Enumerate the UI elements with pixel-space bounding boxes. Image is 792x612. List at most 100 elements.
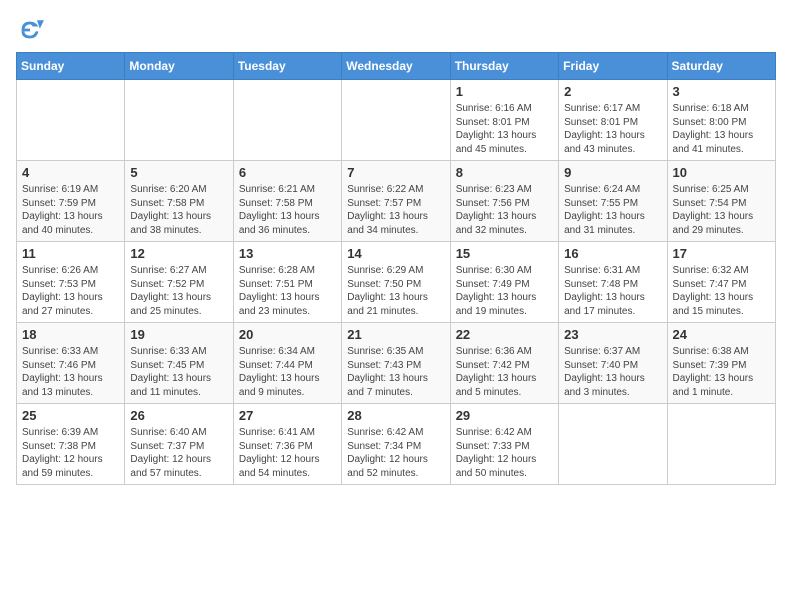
calendar-cell: 9Sunrise: 6:24 AM Sunset: 7:55 PM Daylig… [559, 161, 667, 242]
calendar-cell: 13Sunrise: 6:28 AM Sunset: 7:51 PM Dayli… [233, 242, 341, 323]
calendar-cell: 11Sunrise: 6:26 AM Sunset: 7:53 PM Dayli… [17, 242, 125, 323]
week-row-2: 4Sunrise: 6:19 AM Sunset: 7:59 PM Daylig… [17, 161, 776, 242]
calendar-cell: 7 Sunrise: 6:22 AM Sunset: 7:57 PM Daylig… [342, 161, 450, 242]
day-info: Sunrise: 6:20 AM Sunset: 7:58 PM Dayligh… [130, 183, 227, 237]
calendar-header: SundayMondayTuesdayWednesdayThursdayFrid… [17, 53, 776, 80]
calendar-cell: 17 Sunrise: 6:32 AM Sunset: 7:47 PM Dayli… [667, 242, 775, 323]
day-number: 20 [239, 327, 336, 342]
day-number: 16 [564, 246, 661, 261]
column-header-saturday: Saturday [667, 53, 775, 80]
cell-content: 19Sunrise: 6:33 AM Sunset: 7:45 PM Dayli… [130, 327, 227, 399]
day-info: Sunrise: 6:26 AM Sunset: 7:53 PM Dayligh… [22, 264, 119, 318]
day-info: Sunrise: 6:27 AM Sunset: 7:52 PM Dayligh… [130, 264, 227, 318]
day-info: Sunrise: 6:37 AM Sunset: 7:40 PM Dayligh… [564, 345, 661, 399]
day-info: Sunrise: 6:36 AM Sunset: 7:42 PM Dayligh… [456, 345, 553, 399]
day-info: Sunrise: 6:34 AM Sunset: 7:44 PM Dayligh… [239, 345, 336, 399]
day-info: Sunrise: 6:25 AM Sunset: 7:54 PM Dayligh… [673, 183, 770, 237]
day-info: Sunrise: 6:42 AM Sunset: 7:33 PM Dayligh… [456, 426, 553, 480]
cell-content: 3Sunrise: 6:18 AM Sunset: 8:00 PM Daylig… [673, 84, 770, 156]
calendar-cell [667, 404, 775, 485]
calendar-cell: 15Sunrise: 6:30 AM Sunset: 7:49 PM Dayli… [450, 242, 558, 323]
calendar-cell: 1Sunrise: 6:16 AM Sunset: 8:01 PM Daylig… [450, 80, 558, 161]
cell-content: 13Sunrise: 6:28 AM Sunset: 7:51 PM Dayli… [239, 246, 336, 318]
day-number: 28 [347, 408, 444, 423]
calendar-cell [125, 80, 233, 161]
calendar-body: 1Sunrise: 6:16 AM Sunset: 8:01 PM Daylig… [17, 80, 776, 485]
calendar-cell: 27Sunrise: 6:41 AM Sunset: 7:36 PM Dayli… [233, 404, 341, 485]
column-header-thursday: Thursday [450, 53, 558, 80]
calendar-cell [559, 404, 667, 485]
column-header-monday: Monday [125, 53, 233, 80]
cell-content: 29Sunrise: 6:42 AM Sunset: 7:33 PM Dayli… [456, 408, 553, 480]
cell-content: 5 Sunrise: 6:20 AM Sunset: 7:58 PM Daylig… [130, 165, 227, 237]
cell-content: 20 Sunrise: 6:34 AM Sunset: 7:44 PM Dayli… [239, 327, 336, 399]
cell-content: 25 Sunrise: 6:39 AM Sunset: 7:38 PM Dayli… [22, 408, 119, 480]
cell-content: 16 Sunrise: 6:31 AM Sunset: 7:48 PM Dayli… [564, 246, 661, 318]
cell-content: 15Sunrise: 6:30 AM Sunset: 7:49 PM Dayli… [456, 246, 553, 318]
calendar-cell: 2Sunrise: 6:17 AM Sunset: 8:01 PM Daylig… [559, 80, 667, 161]
day-info: Sunrise: 6:17 AM Sunset: 8:01 PM Dayligh… [564, 102, 661, 156]
day-info: Sunrise: 6:39 AM Sunset: 7:38 PM Dayligh… [22, 426, 119, 480]
day-info: Sunrise: 6:28 AM Sunset: 7:51 PM Dayligh… [239, 264, 336, 318]
logo-icon [16, 16, 44, 44]
day-info: Sunrise: 6:41 AM Sunset: 7:36 PM Dayligh… [239, 426, 336, 480]
day-number: 22 [456, 327, 553, 342]
day-info: Sunrise: 6:32 AM Sunset: 7:47 PM Dayligh… [673, 264, 770, 318]
day-info: Sunrise: 6:24 AM Sunset: 7:55 PM Dayligh… [564, 183, 661, 237]
logo [16, 16, 48, 44]
week-row-5: 25 Sunrise: 6:39 AM Sunset: 7:38 PM Dayli… [17, 404, 776, 485]
calendar-cell: 12Sunrise: 6:27 AM Sunset: 7:52 PM Dayli… [125, 242, 233, 323]
day-info: Sunrise: 6:22 AM Sunset: 7:57 PM Dayligh… [347, 183, 444, 237]
day-info: Sunrise: 6:40 AM Sunset: 7:37 PM Dayligh… [130, 426, 227, 480]
calendar-table: SundayMondayTuesdayWednesdayThursdayFrid… [16, 52, 776, 485]
cell-content: 22 Sunrise: 6:36 AM Sunset: 7:42 PM Dayli… [456, 327, 553, 399]
calendar-cell: 16 Sunrise: 6:31 AM Sunset: 7:48 PM Dayli… [559, 242, 667, 323]
day-number: 19 [130, 327, 227, 342]
calendar-cell: 24Sunrise: 6:38 AM Sunset: 7:39 PM Dayli… [667, 323, 775, 404]
day-info: Sunrise: 6:35 AM Sunset: 7:43 PM Dayligh… [347, 345, 444, 399]
cell-content: 21 Sunrise: 6:35 AM Sunset: 7:43 PM Dayli… [347, 327, 444, 399]
day-number: 21 [347, 327, 444, 342]
day-number: 17 [673, 246, 770, 261]
calendar-cell: 29Sunrise: 6:42 AM Sunset: 7:33 PM Dayli… [450, 404, 558, 485]
calendar-cell [17, 80, 125, 161]
cell-content: 6 Sunrise: 6:21 AM Sunset: 7:58 PM Daylig… [239, 165, 336, 237]
day-info: Sunrise: 6:29 AM Sunset: 7:50 PM Dayligh… [347, 264, 444, 318]
day-number: 7 [347, 165, 444, 180]
calendar-cell: 3Sunrise: 6:18 AM Sunset: 8:00 PM Daylig… [667, 80, 775, 161]
cell-content: 7 Sunrise: 6:22 AM Sunset: 7:57 PM Daylig… [347, 165, 444, 237]
calendar-cell: 19Sunrise: 6:33 AM Sunset: 7:45 PM Dayli… [125, 323, 233, 404]
day-number: 1 [456, 84, 553, 99]
day-number: 6 [239, 165, 336, 180]
day-number: 14 [347, 246, 444, 261]
day-info: Sunrise: 6:42 AM Sunset: 7:34 PM Dayligh… [347, 426, 444, 480]
calendar-cell: 8 Sunrise: 6:23 AM Sunset: 7:56 PM Daylig… [450, 161, 558, 242]
cell-content: 27Sunrise: 6:41 AM Sunset: 7:36 PM Dayli… [239, 408, 336, 480]
page-header [16, 16, 776, 44]
calendar-cell: 23 Sunrise: 6:37 AM Sunset: 7:40 PM Dayli… [559, 323, 667, 404]
day-number: 4 [22, 165, 119, 180]
cell-content: 2Sunrise: 6:17 AM Sunset: 8:01 PM Daylig… [564, 84, 661, 156]
cell-content: 18Sunrise: 6:33 AM Sunset: 7:46 PM Dayli… [22, 327, 119, 399]
cell-content: 24Sunrise: 6:38 AM Sunset: 7:39 PM Dayli… [673, 327, 770, 399]
column-header-tuesday: Tuesday [233, 53, 341, 80]
day-number: 25 [22, 408, 119, 423]
calendar-cell: 20 Sunrise: 6:34 AM Sunset: 7:44 PM Dayli… [233, 323, 341, 404]
calendar-cell: 25 Sunrise: 6:39 AM Sunset: 7:38 PM Dayli… [17, 404, 125, 485]
calendar-cell: 4Sunrise: 6:19 AM Sunset: 7:59 PM Daylig… [17, 161, 125, 242]
day-number: 15 [456, 246, 553, 261]
cell-content: 8 Sunrise: 6:23 AM Sunset: 7:56 PM Daylig… [456, 165, 553, 237]
cell-content: 10 Sunrise: 6:25 AM Sunset: 7:54 PM Dayli… [673, 165, 770, 237]
day-info: Sunrise: 6:23 AM Sunset: 7:56 PM Dayligh… [456, 183, 553, 237]
calendar-cell: 18Sunrise: 6:33 AM Sunset: 7:46 PM Dayli… [17, 323, 125, 404]
cell-content: 23 Sunrise: 6:37 AM Sunset: 7:40 PM Dayli… [564, 327, 661, 399]
day-info: Sunrise: 6:21 AM Sunset: 7:58 PM Dayligh… [239, 183, 336, 237]
day-number: 10 [673, 165, 770, 180]
calendar-cell: 10 Sunrise: 6:25 AM Sunset: 7:54 PM Dayli… [667, 161, 775, 242]
day-number: 23 [564, 327, 661, 342]
calendar-cell [233, 80, 341, 161]
day-number: 5 [130, 165, 227, 180]
day-number: 26 [130, 408, 227, 423]
day-info: Sunrise: 6:31 AM Sunset: 7:48 PM Dayligh… [564, 264, 661, 318]
day-number: 8 [456, 165, 553, 180]
